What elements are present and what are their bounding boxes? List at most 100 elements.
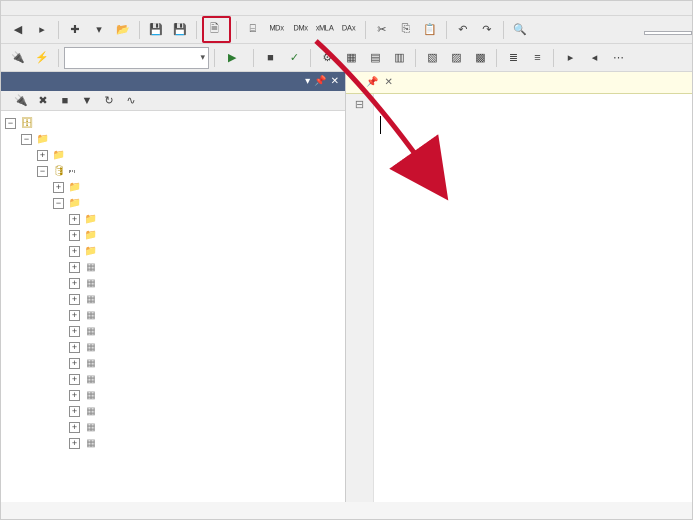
cut-icon[interactable]: ✂: [371, 19, 393, 41]
tree-table[interactable]: +▦: [1, 291, 345, 307]
tree-system-tables[interactable]: +📁: [1, 211, 345, 227]
menu-query[interactable]: [67, 5, 87, 11]
new-project-icon[interactable]: ✚: [64, 19, 86, 41]
menu-window[interactable]: [127, 5, 147, 11]
tree-external-tables[interactable]: +📁: [1, 227, 345, 243]
outline-gutter: ⊟: [346, 94, 374, 502]
folder-icon: 📁: [84, 212, 98, 226]
change-conn-icon[interactable]: ⚡: [31, 47, 53, 69]
outdent-icon[interactable]: ◂: [583, 47, 605, 69]
include-stats-icon[interactable]: ▧: [421, 47, 443, 69]
undo-icon[interactable]: ↶: [452, 19, 474, 41]
tree-table[interactable]: +▦: [1, 339, 345, 355]
toolbar-standard: ◀ ▸ ✚ ▾ 📂 💾 💾 🗎 ⌸ ᴹᴰˣ ᴰᴹˣ ˣᴹᴸᴬ ᴰᴬˣ ✂ ⎘ 📋…: [1, 16, 692, 44]
tree-table[interactable]: +▦: [1, 403, 345, 419]
save-icon[interactable]: 💾: [145, 19, 167, 41]
execute-button[interactable]: ▶: [220, 49, 248, 66]
results-grid-icon[interactable]: ▤: [364, 47, 386, 69]
close-tab-icon[interactable]: ✕: [384, 77, 392, 88]
paste-icon[interactable]: 📋: [419, 19, 441, 41]
table-icon: ▦: [84, 356, 98, 370]
tree-db-diagrams[interactable]: +📁: [1, 179, 345, 195]
client-stats-icon[interactable]: ▩: [469, 47, 491, 69]
tree-user-db[interactable]: −🛢: [1, 163, 345, 179]
stop-icon[interactable]: ■: [57, 95, 73, 107]
tpl-mdx-icon[interactable]: ᴹᴰˣ: [266, 19, 288, 41]
tpl-dmx-icon[interactable]: ᴰᴹˣ: [290, 19, 312, 41]
table-icon: ▦: [84, 372, 98, 386]
stop-icon[interactable]: ■: [259, 47, 281, 69]
tree-databases[interactable]: −📁: [1, 131, 345, 147]
menu-help[interactable]: [147, 5, 167, 11]
connect-server-icon[interactable]: 🔌: [13, 94, 29, 107]
tree-server[interactable]: −🗄: [1, 115, 345, 131]
server-icon: 🗄: [20, 116, 34, 130]
activity-icon[interactable]: ∿: [123, 94, 139, 107]
table-icon: ▦: [84, 324, 98, 338]
pin-tab-icon[interactable]: 📌: [366, 77, 378, 88]
database-dropdown[interactable]: [64, 47, 209, 69]
toolbar-sql: 🔌 ⚡ ▶ ■ ✓ ⚙ ▦ ▤ ▥ ▧ ▨ ▩ ≣ ≡ ▸ ◂ ⋯: [1, 44, 692, 72]
tree-table[interactable]: +▦: [1, 275, 345, 291]
tpl-dax-icon[interactable]: ᴰᴬˣ: [338, 19, 360, 41]
object-explorer-pane: ▾ 📌 ✕ 🔌 ✖ ■ ▼ ↻ ∿ −🗄 −📁 +📁 −🛢 +📁 −📁 +📁 +…: [1, 72, 346, 502]
table-icon: ▦: [84, 260, 98, 274]
main-workspace: ▾ 📌 ✕ 🔌 ✖ ■ ▼ ↻ ∿ −🗄 −📁 +📁 −🛢 +📁 −📁 +📁 +…: [1, 72, 692, 502]
comment-icon[interactable]: ≣: [502, 47, 524, 69]
find-icon[interactable]: 🔍: [509, 19, 531, 41]
open-folder-icon[interactable]: 📂: [112, 19, 134, 41]
copy-icon[interactable]: ⎘: [395, 19, 417, 41]
tree-table[interactable]: +▦: [1, 419, 345, 435]
table-icon: ▦: [84, 388, 98, 402]
redo-icon[interactable]: ↷: [476, 19, 498, 41]
tree-system-databases[interactable]: +📁: [1, 147, 345, 163]
editor-pane: 📌 ✕ ⊟: [346, 72, 692, 502]
tree-tables[interactable]: −📁: [1, 195, 345, 211]
menu-tools[interactable]: [107, 5, 127, 11]
tree-table[interactable]: +▦: [1, 259, 345, 275]
filter-icon[interactable]: ▼: [79, 95, 95, 107]
disconnect-icon[interactable]: ✖: [35, 94, 51, 107]
menu-file[interactable]: [7, 5, 27, 11]
open-file-icon[interactable]: ▾: [88, 19, 110, 41]
tree-table[interactable]: +▦: [1, 435, 345, 451]
object-explorer-toolbar: 🔌 ✖ ■ ▼ ↻ ∿: [1, 91, 345, 111]
pin-icon[interactable]: 📌: [314, 76, 326, 87]
refresh-icon[interactable]: ↻: [101, 94, 117, 107]
nav-back-icon[interactable]: ◀: [7, 19, 29, 41]
tpl-db-icon[interactable]: ⌸: [242, 19, 264, 41]
tree-table[interactable]: +▦: [1, 323, 345, 339]
nav-fwd-icon[interactable]: ▸: [31, 19, 53, 41]
tree-table[interactable]: +▦: [1, 371, 345, 387]
folder-icon: 📁: [52, 148, 66, 162]
results-text-icon[interactable]: ▥: [388, 47, 410, 69]
sql-editor[interactable]: ⊟: [346, 94, 692, 502]
parse-icon[interactable]: ✓: [283, 47, 305, 69]
code-area[interactable]: [374, 94, 387, 502]
tree-table[interactable]: +▦: [1, 355, 345, 371]
folder-icon: 📁: [36, 132, 50, 146]
editor-tab[interactable]: 📌 ✕: [354, 75, 399, 90]
table-icon: ▦: [84, 308, 98, 322]
uncomment-icon[interactable]: ≡: [526, 47, 548, 69]
tpl-xmla-icon[interactable]: ˣᴹᴸᴬ: [314, 19, 336, 41]
object-explorer-tree[interactable]: −🗄 −📁 +📁 −🛢 +📁 −📁 +📁 +📁 +📁 +▦ +▦ +▦ +▦ +…: [1, 111, 345, 502]
connect-icon[interactable]: 🔌: [7, 47, 29, 69]
tree-table[interactable]: +▦: [1, 307, 345, 323]
display-plan-icon[interactable]: ⚙: [316, 47, 338, 69]
save-all-icon[interactable]: 💾: [169, 19, 191, 41]
include-plan-icon[interactable]: ▦: [340, 47, 362, 69]
menu-edit[interactable]: [27, 5, 47, 11]
close-icon[interactable]: ✕: [331, 76, 339, 87]
specify-values-icon[interactable]: ⋯: [607, 47, 629, 69]
new-query-button[interactable]: 🗎: [202, 16, 231, 43]
tree-table[interactable]: +▦: [1, 387, 345, 403]
live-stats-icon[interactable]: ▨: [445, 47, 467, 69]
tree-graph-tables[interactable]: +📁: [1, 243, 345, 259]
menu-view[interactable]: [47, 5, 67, 11]
dropdown-icon[interactable]: ▾: [305, 76, 310, 87]
indent-icon[interactable]: ▸: [559, 47, 581, 69]
table-icon: ▦: [84, 276, 98, 290]
menu-project[interactable]: [87, 5, 107, 11]
server-textbox[interactable]: [644, 31, 692, 35]
